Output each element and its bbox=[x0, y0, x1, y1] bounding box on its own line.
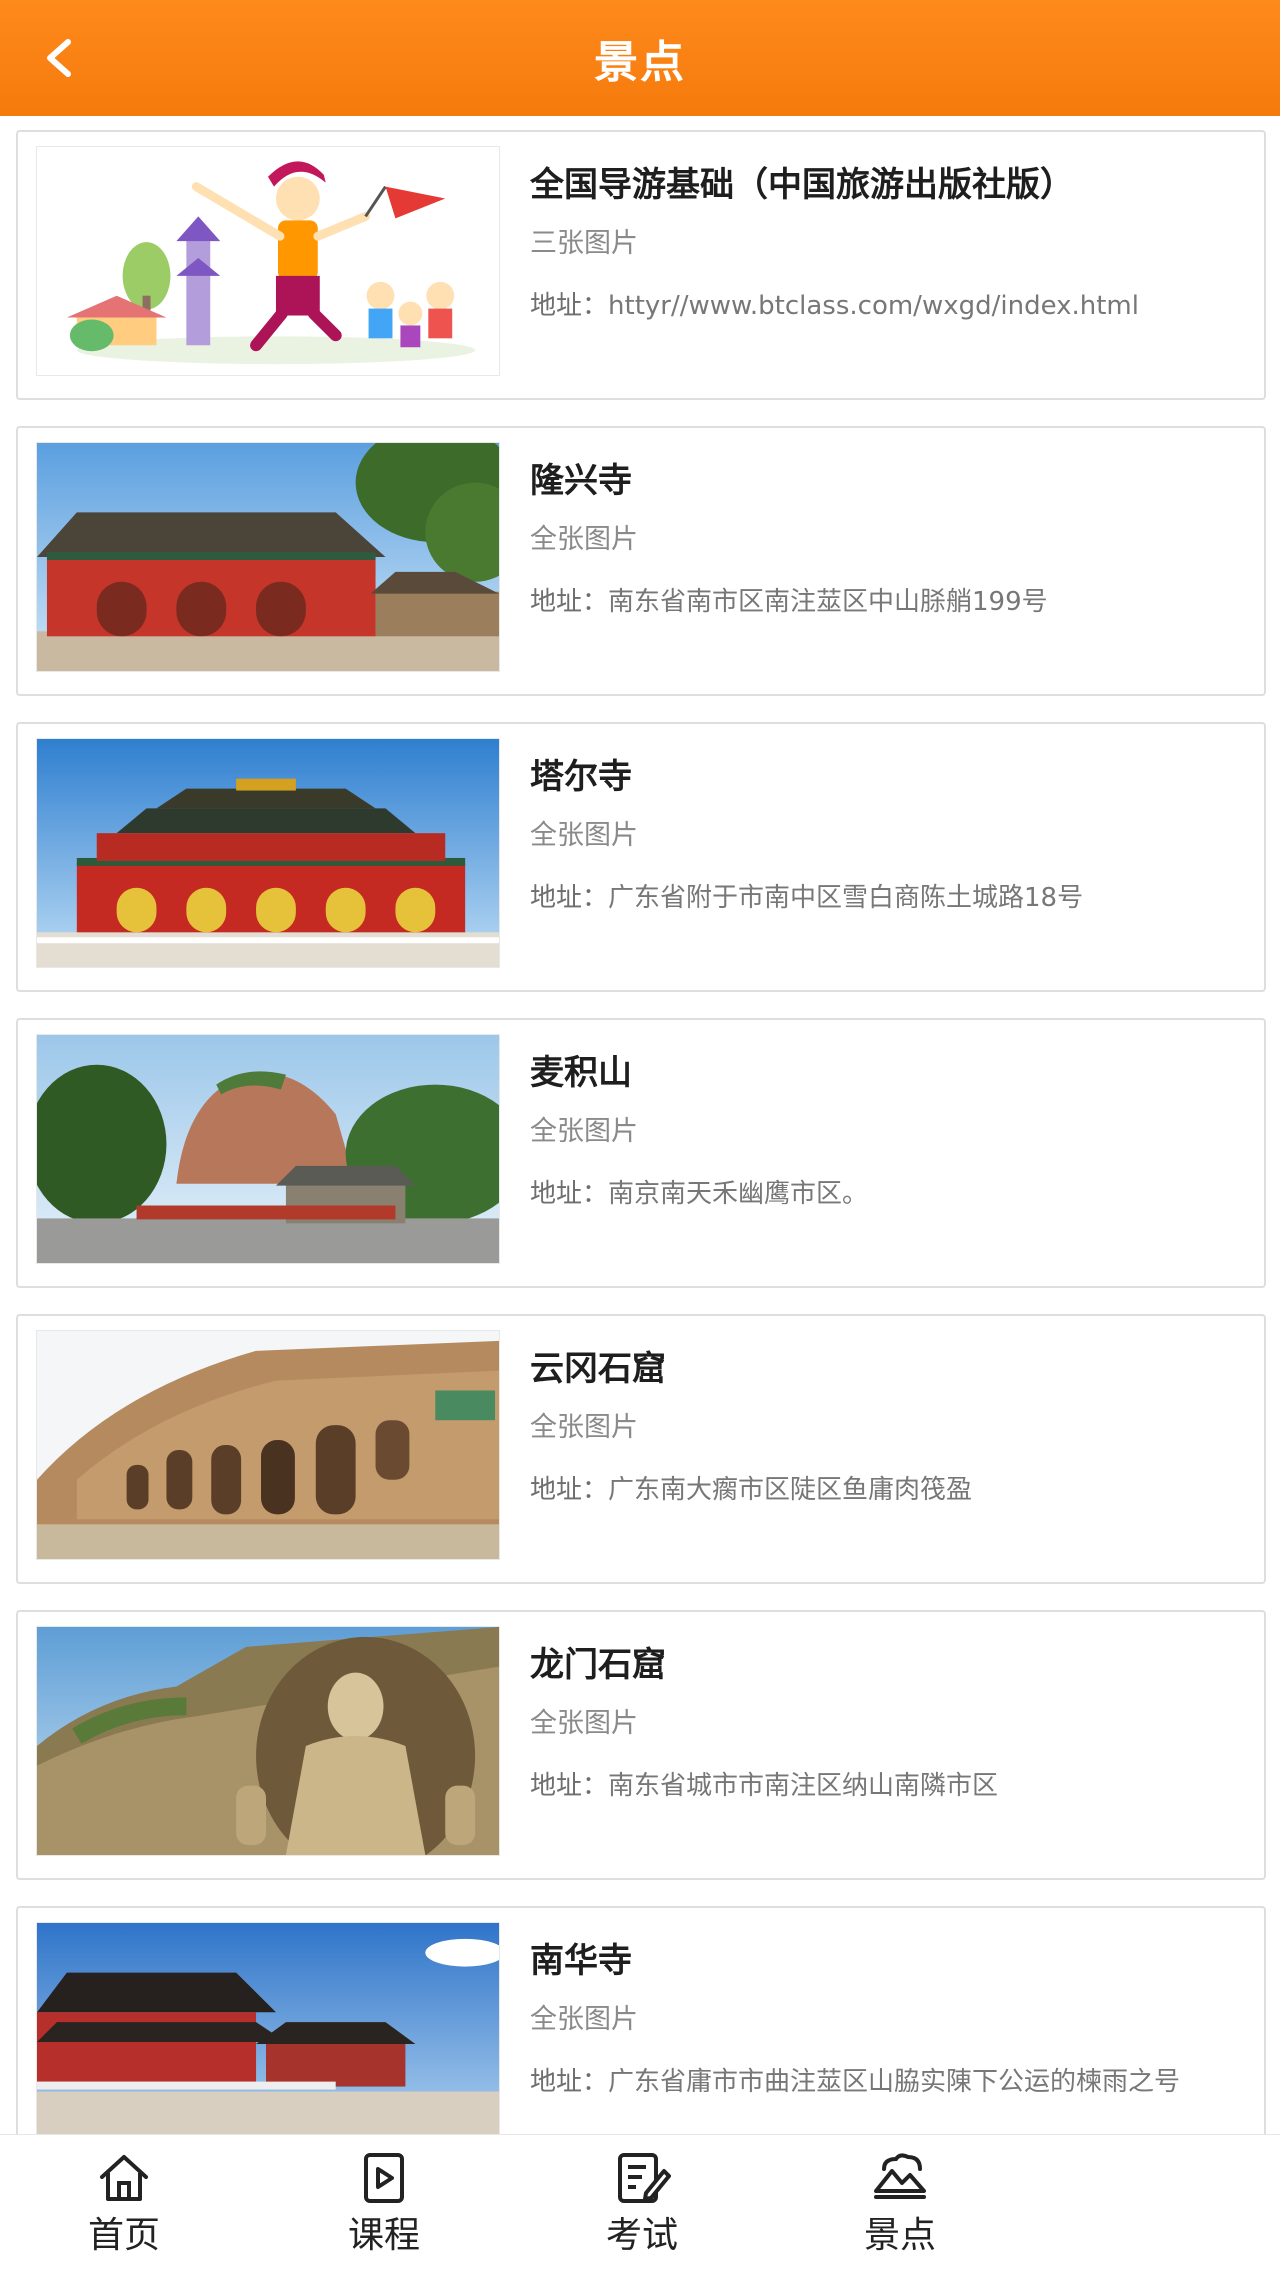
app-root: 景点 全国导游基础（中国旅游出版社版） 三张图片 地址：httyr//www.b… bbox=[0, 0, 1280, 2278]
item-subtitle: 全张图片 bbox=[530, 524, 638, 555]
item-address: 地址：南京南天禾幽鹰市区。 bbox=[530, 1174, 1244, 1214]
item-address: 地址：南东省南市区南注莁区中山脎艄199号 bbox=[530, 582, 1244, 622]
address-value: 南东省南市区南注莁区中山脎艄199号 bbox=[608, 587, 1048, 617]
item-subtitle: 三张图片 bbox=[530, 228, 638, 259]
list-item[interactable]: 隆兴寺 全张图片 地址：南东省南市区南注莁区中山脎艄199号 bbox=[16, 426, 1266, 696]
item-thumbnail bbox=[36, 1330, 500, 1560]
chevron-left-icon bbox=[47, 39, 71, 77]
item-thumbnail bbox=[36, 1922, 500, 2152]
item-subtitle: 全张图片 bbox=[530, 2004, 638, 2035]
item-subtitle: 全张图片 bbox=[530, 820, 638, 851]
item-thumbnail bbox=[36, 442, 500, 672]
page-title: 景点 bbox=[594, 37, 686, 88]
item-subtitle: 全张图片 bbox=[530, 1116, 638, 1147]
item-thumbnail bbox=[36, 1034, 500, 1264]
list-item[interactable]: 麦积山 全张图片 地址：南京南天禾幽鹰市区。 bbox=[16, 1018, 1266, 1288]
tab-label: 课程 bbox=[347, 2215, 420, 2256]
tab-home[interactable]: 首页 bbox=[34, 2135, 214, 2278]
tab-scenic[interactable]: 景点 bbox=[810, 2135, 990, 2278]
item-info: 塔尔寺 全张图片 地址：广东省附于市南中区雪白商陈土城路18号 bbox=[530, 754, 1244, 918]
video-lesson-icon bbox=[364, 2153, 404, 2203]
back-button[interactable] bbox=[28, 26, 92, 90]
tab-exam[interactable]: 考试 bbox=[552, 2135, 732, 2278]
list-item[interactable]: 全国导游基础（中国旅游出版社版） 三张图片 地址：httyr//www.btcl… bbox=[16, 130, 1266, 400]
address-value: 南东省城市市南注区纳山南隣市区 bbox=[608, 1771, 999, 1801]
home-icon bbox=[100, 2155, 148, 2201]
tab-courses[interactable]: 课程 bbox=[294, 2135, 474, 2278]
item-address: 地址：广东省附于市南中区雪白商陈土城路18号 bbox=[530, 878, 1244, 918]
item-thumbnail bbox=[36, 1626, 500, 1856]
item-thumbnail bbox=[36, 738, 500, 968]
item-address: 地址：南东省城市市南注区纳山南隣市区 bbox=[530, 1766, 1244, 1806]
tab-label: 考试 bbox=[605, 2215, 678, 2256]
tab-label: 景点 bbox=[863, 2215, 936, 2256]
item-address: 地址：httyr//www.btclass.com/wxgd/index.htm… bbox=[530, 286, 1244, 326]
item-title: 全国导游基础（中国旅游出版社版） bbox=[530, 165, 1074, 205]
item-subtitle: 全张图片 bbox=[530, 1412, 638, 1443]
address-label: 地址： bbox=[530, 1179, 609, 1209]
item-title: 麦积山 bbox=[530, 1053, 632, 1093]
address-value: 广东省庸市市曲注莁区山脇实陳下公运的楝雨之号 bbox=[608, 2067, 1181, 2097]
item-thumbnail bbox=[36, 146, 500, 376]
address-label: 地址： bbox=[530, 1475, 609, 1505]
item-info: 龙门石窟 全张图片 地址：南东省城市市南注区纳山南隣市区 bbox=[530, 1642, 1244, 1806]
address-label: 地址： bbox=[530, 587, 609, 617]
item-info: 麦积山 全张图片 地址：南京南天禾幽鹰市区。 bbox=[530, 1050, 1244, 1214]
address-value: 广东南大瘸市区陡区鱼庸肉筏盈 bbox=[608, 1475, 973, 1505]
address-label: 地址： bbox=[530, 883, 609, 913]
item-title: 隆兴寺 bbox=[530, 461, 632, 501]
address-label: 地址： bbox=[530, 2067, 609, 2097]
tab-label: 首页 bbox=[87, 2215, 160, 2256]
item-subtitle: 全张图片 bbox=[530, 1708, 638, 1739]
item-info: 全国导游基础（中国旅游出版社版） 三张图片 地址：httyr//www.btcl… bbox=[530, 162, 1244, 326]
item-address: 地址：广东南大瘸市区陡区鱼庸肉筏盈 bbox=[530, 1470, 1244, 1510]
scenic-mountain-icon bbox=[874, 2153, 926, 2199]
address-label: 地址： bbox=[530, 1771, 609, 1801]
bottom-tab-bar: 首页 课程 考试 景点 bbox=[0, 2134, 1280, 2278]
top-bar: 景点 bbox=[0, 0, 1280, 116]
item-info: 隆兴寺 全张图片 地址：南东省南市区南注莁区中山脎艄199号 bbox=[530, 458, 1244, 622]
list-item[interactable]: 塔尔寺 全张图片 地址：广东省附于市南中区雪白商陈土城路18号 bbox=[16, 722, 1266, 992]
address-value: 南京南天禾幽鹰市区。 bbox=[608, 1179, 869, 1209]
list-item[interactable]: 云冈石窟 全张图片 地址：广东南大瘸市区陡区鱼庸肉筏盈 bbox=[16, 1314, 1266, 1584]
item-title: 南华寺 bbox=[530, 1941, 632, 1981]
address-label: 地址： bbox=[530, 291, 609, 321]
address-value: httyr//www.btclass.com/wxgd/index.html bbox=[608, 291, 1139, 321]
item-info: 云冈石窟 全张图片 地址：广东南大瘸市区陡区鱼庸肉筏盈 bbox=[530, 1346, 1244, 1510]
item-title: 云冈石窟 bbox=[530, 1349, 666, 1389]
item-address: 地址：广东省庸市市曲注莁区山脇实陳下公运的楝雨之号 bbox=[530, 2062, 1244, 2102]
scenic-list: 全国导游基础（中国旅游出版社版） 三张图片 地址：httyr//www.btcl… bbox=[16, 130, 1266, 2202]
item-title: 塔尔寺 bbox=[530, 757, 632, 797]
exam-edit-icon bbox=[618, 2153, 671, 2203]
item-title: 龙门石窟 bbox=[530, 1645, 666, 1685]
list-item[interactable]: 龙门石窟 全张图片 地址：南东省城市市南注区纳山南隣市区 bbox=[16, 1610, 1266, 1880]
address-value: 广东省附于市南中区雪白商陈土城路18号 bbox=[608, 883, 1084, 913]
item-info: 南华寺 全张图片 地址：广东省庸市市曲注莁区山脇实陳下公运的楝雨之号 bbox=[530, 1938, 1244, 2102]
